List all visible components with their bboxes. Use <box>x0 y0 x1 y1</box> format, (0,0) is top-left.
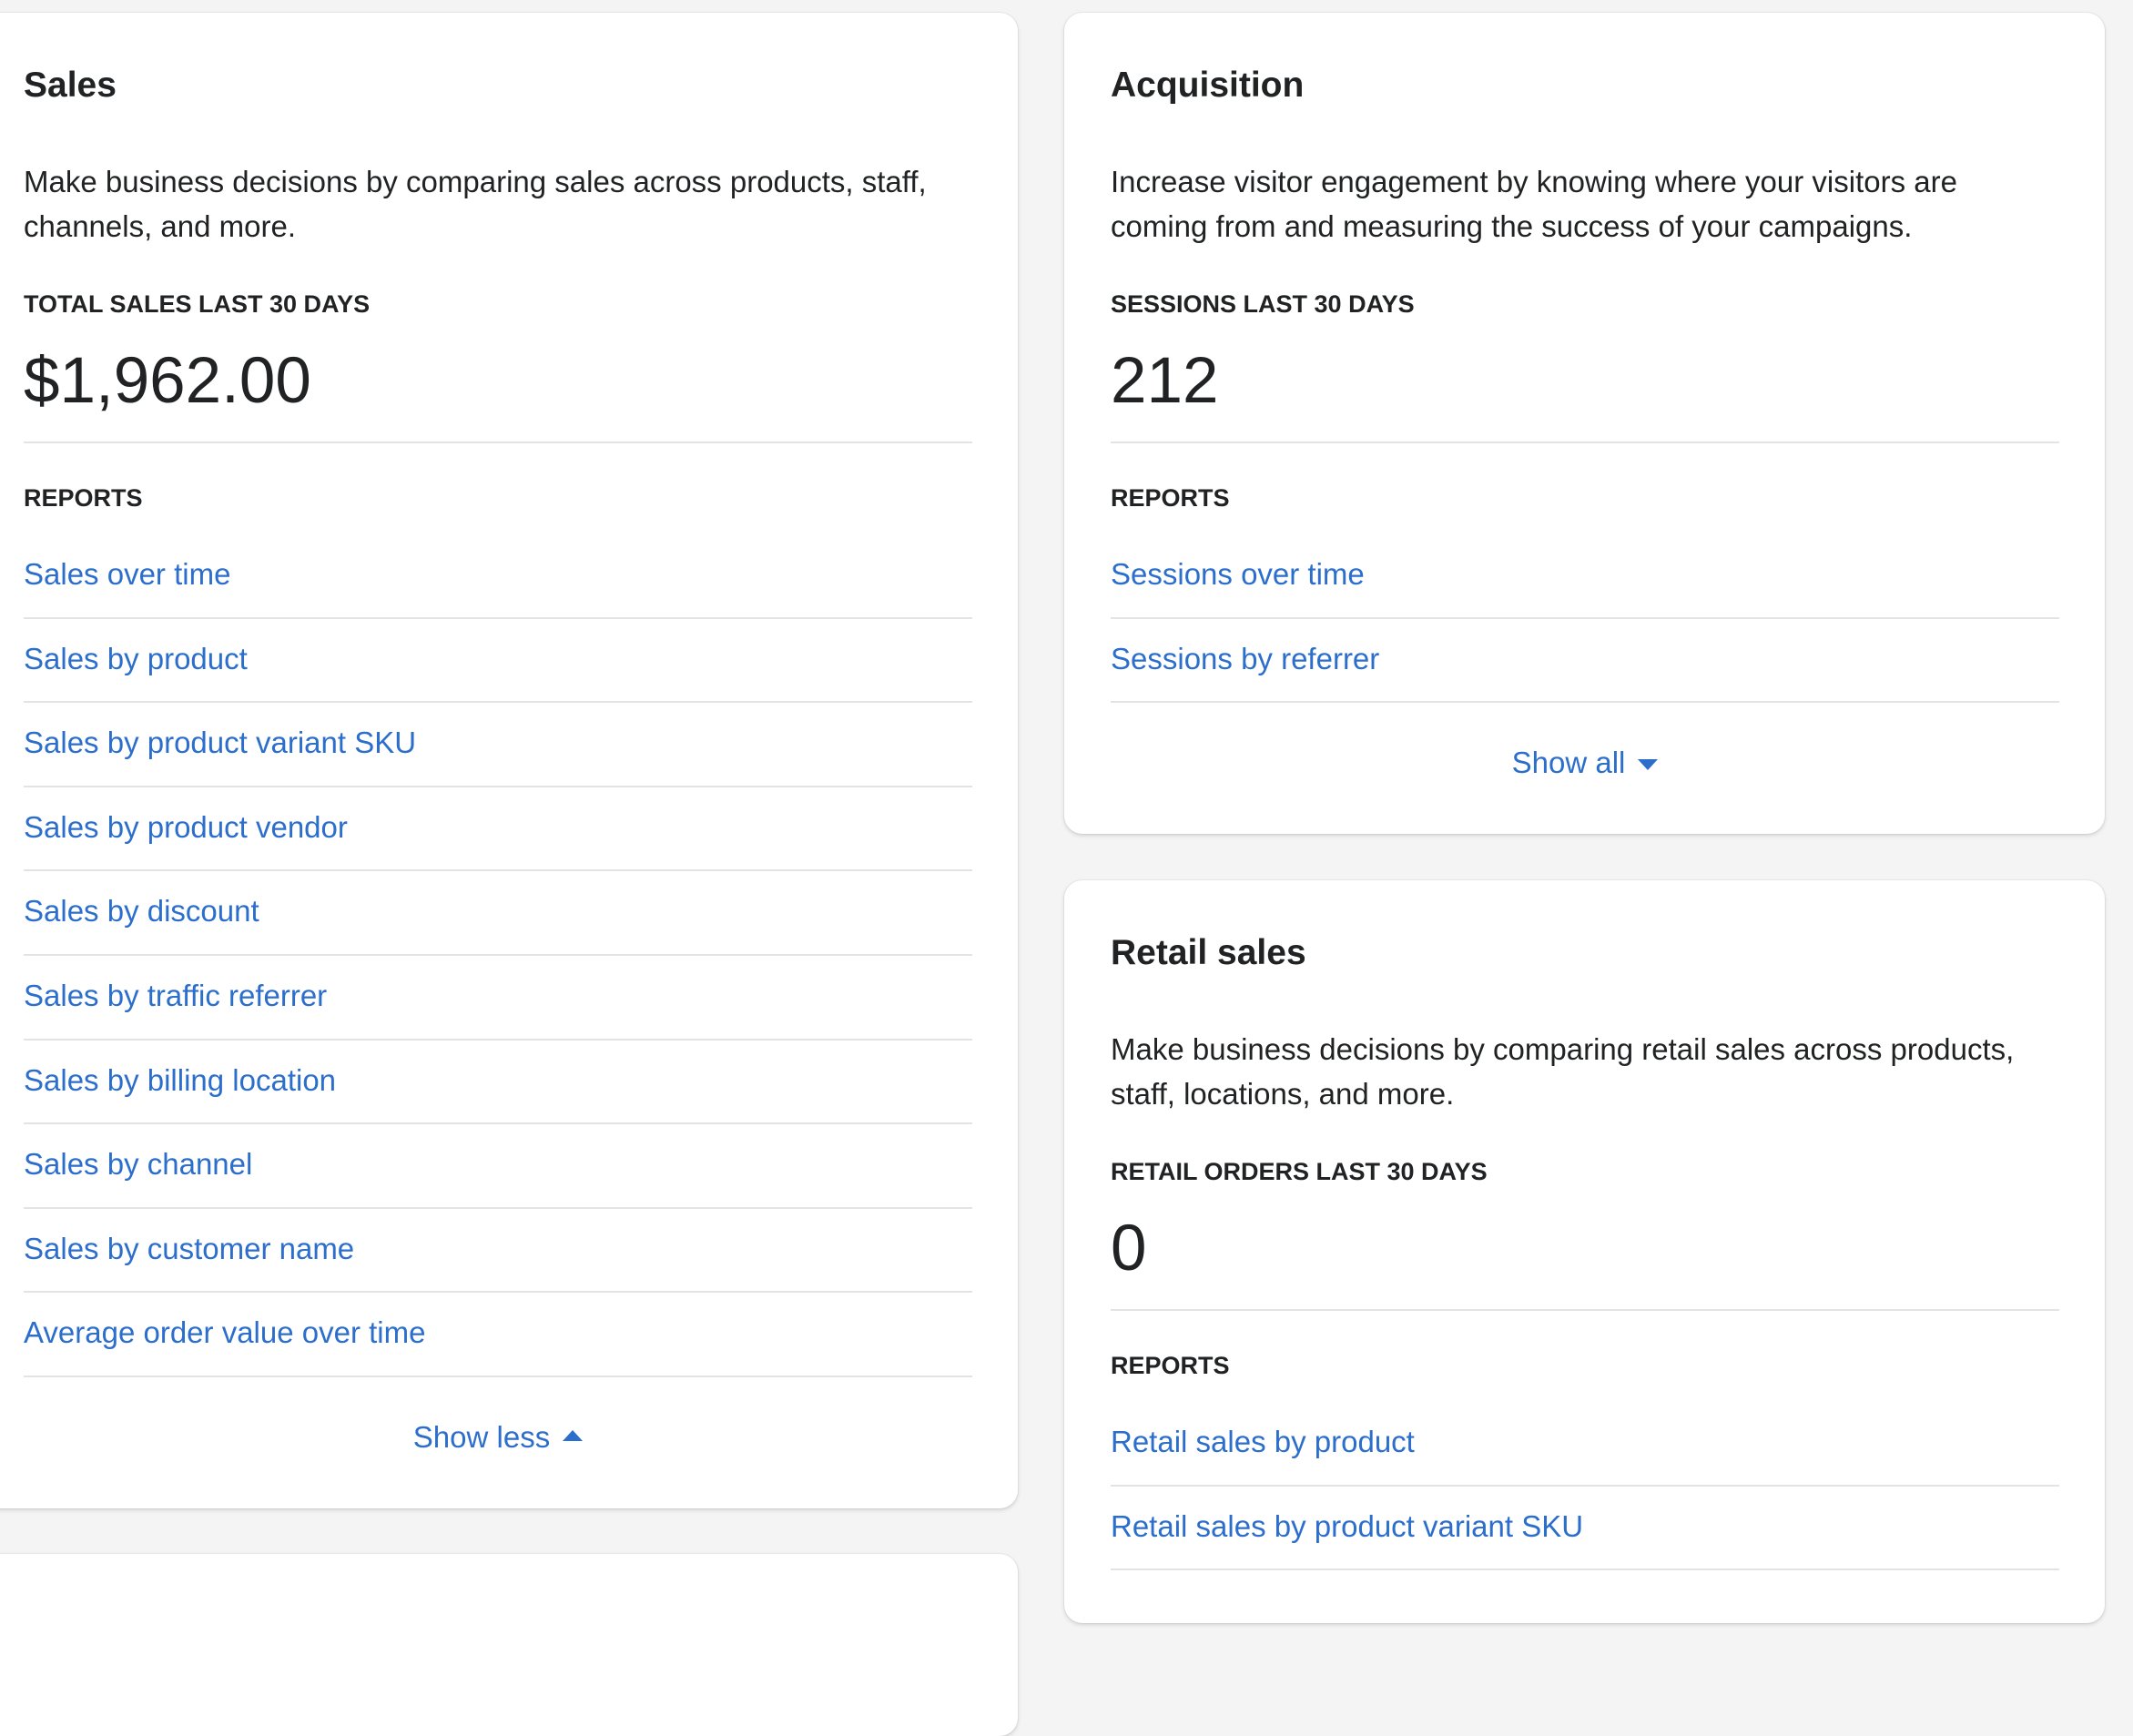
acquisition-card-description: Increase visitor engagement by knowing w… <box>1111 165 1957 243</box>
show-less-button[interactable]: Show less <box>412 1419 584 1456</box>
report-row: Retail sales by product <box>1111 1402 2059 1487</box>
sales-card: Sales Make business decisions by compari… <box>0 13 1018 1508</box>
report-row: Sales by product vendor <box>24 787 972 872</box>
report-link-sales-by-product[interactable]: Sales by product <box>24 641 248 677</box>
report-row: Sales by traffic referrer <box>24 956 972 1041</box>
retail-orders-value: 0 <box>1111 1213 1147 1284</box>
report-link-retail-sales-by-product-variant-sku[interactable]: Retail sales by product variant SKU <box>1111 1508 1583 1545</box>
show-less-label: Show less <box>412 1419 551 1454</box>
report-row: Retail sales by product variant SKU <box>1111 1487 2059 1571</box>
retail-report-list: Retail sales by product Retail sales by … <box>1111 1402 2059 1571</box>
next-card <box>0 1554 1018 1736</box>
report-link-sales-by-product-variant-sku[interactable]: Sales by product variant SKU <box>24 725 416 761</box>
acquisition-toggle-wrap: Show all <box>1111 745 2059 781</box>
report-row: Sales by product variant SKU <box>24 703 972 787</box>
report-row: Sales by product <box>24 619 972 704</box>
sales-card-title: Sales <box>24 66 117 105</box>
sessions-label: SESSIONS LAST 30 DAYS <box>1111 290 1415 318</box>
reports-heading: REPORTS <box>1111 484 1230 512</box>
report-link-sales-over-time[interactable]: Sales over time <box>24 556 230 593</box>
retail-sales-card-title: Retail sales <box>1111 933 1306 972</box>
report-row: Sessions by referrer <box>1111 619 2059 704</box>
divider <box>24 442 972 443</box>
retail-sales-card-description: Make business decisions by comparing ret… <box>1111 1032 2015 1111</box>
divider <box>1111 1309 2059 1311</box>
show-all-button[interactable]: Show all <box>1512 745 1659 781</box>
caret-up-icon <box>563 1429 584 1441</box>
report-link-sales-by-discount[interactable]: Sales by discount <box>24 893 259 929</box>
total-sales-label: TOTAL SALES LAST 30 DAYS <box>24 290 371 318</box>
acquisition-report-list: Sessions over time Sessions by referrer <box>1111 534 2059 704</box>
acquisition-card-title: Acquisition <box>1111 66 1305 105</box>
sales-card-description: Make business decisions by comparing sal… <box>24 165 927 243</box>
report-row: Sales by channel <box>24 1124 972 1209</box>
report-row: Average order value over time <box>24 1293 972 1377</box>
report-row: Sales by billing location <box>24 1041 972 1125</box>
report-link-sales-by-traffic-referrer[interactable]: Sales by traffic referrer <box>24 978 327 1014</box>
report-row: Sales by discount <box>24 871 972 956</box>
acquisition-card: Acquisition Increase visitor engagement … <box>1064 13 2105 835</box>
report-link-average-order-value-over-time[interactable]: Average order value over time <box>24 1315 425 1351</box>
reports-heading: REPORTS <box>24 484 143 512</box>
reports-heading: REPORTS <box>1111 1352 1230 1379</box>
show-all-label: Show all <box>1511 746 1626 780</box>
report-row: Sales by customer name <box>24 1209 972 1294</box>
sessions-value: 212 <box>1111 345 1219 417</box>
caret-down-icon <box>1638 759 1659 771</box>
report-row: Sessions over time <box>1111 534 2059 619</box>
report-row: Sales over time <box>24 534 972 619</box>
report-link-sales-by-channel[interactable]: Sales by channel <box>24 1146 252 1183</box>
report-link-sessions-over-time[interactable]: Sessions over time <box>1111 556 1365 593</box>
sales-toggle-wrap: Show less <box>24 1419 972 1456</box>
retail-orders-label: RETAIL ORDERS LAST 30 DAYS <box>1111 1158 1488 1185</box>
report-link-sales-by-customer-name[interactable]: Sales by customer name <box>24 1231 354 1267</box>
report-link-sales-by-product-vendor[interactable]: Sales by product vendor <box>24 809 348 846</box>
report-link-retail-sales-by-product[interactable]: Retail sales by product <box>1111 1424 1415 1460</box>
report-link-sessions-by-referrer[interactable]: Sessions by referrer <box>1111 641 1379 677</box>
report-link-sales-by-billing-location[interactable]: Sales by billing location <box>24 1062 336 1099</box>
total-sales-value: $1,962.00 <box>24 345 311 417</box>
divider <box>1111 442 2059 443</box>
sales-report-list: Sales over time Sales by product Sales b… <box>24 534 972 1377</box>
retail-sales-card: Retail sales Make business decisions by … <box>1064 880 2105 1624</box>
